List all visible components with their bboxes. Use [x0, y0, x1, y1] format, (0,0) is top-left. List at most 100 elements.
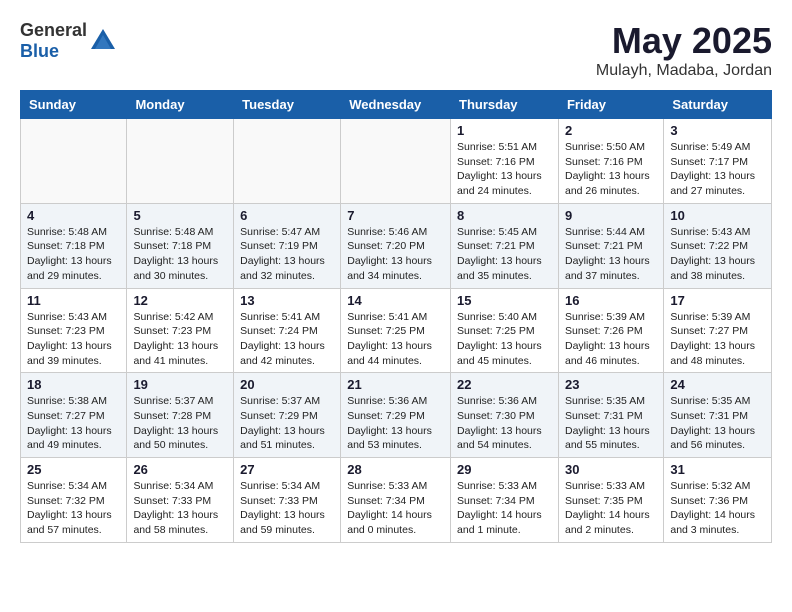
- day-info: Sunrise: 5:33 AM Sunset: 7:34 PM Dayligh…: [457, 479, 552, 538]
- day-info: Sunrise: 5:37 AM Sunset: 7:29 PM Dayligh…: [240, 394, 334, 453]
- calendar-week-row: 11 Sunrise: 5:43 AM Sunset: 7:23 PM Dayli…: [21, 288, 772, 373]
- day-number: 8: [457, 208, 552, 223]
- day-info: Sunrise: 5:32 AM Sunset: 7:36 PM Dayligh…: [670, 479, 765, 538]
- calendar-week-row: 18 Sunrise: 5:38 AM Sunset: 7:27 PM Dayli…: [21, 373, 772, 458]
- day-number: 14: [347, 293, 444, 308]
- calendar-cell: 28 Sunrise: 5:33 AM Sunset: 7:34 PM Dayli…: [341, 458, 451, 543]
- calendar-cell: 25 Sunrise: 5:34 AM Sunset: 7:32 PM Dayli…: [21, 458, 127, 543]
- day-number: 5: [133, 208, 227, 223]
- day-info: Sunrise: 5:33 AM Sunset: 7:34 PM Dayligh…: [347, 479, 444, 538]
- calendar-table: SundayMondayTuesdayWednesdayThursdayFrid…: [20, 90, 772, 543]
- weekday-header-thursday: Thursday: [451, 91, 559, 119]
- logo-icon: [89, 27, 117, 55]
- calendar-cell: 11 Sunrise: 5:43 AM Sunset: 7:23 PM Dayli…: [21, 288, 127, 373]
- day-number: 25: [27, 462, 120, 477]
- weekday-header-saturday: Saturday: [664, 91, 772, 119]
- calendar-cell: [234, 119, 341, 204]
- calendar-cell: 21Sunrise: 5:36 AM Sunset: 7:29 PM Dayli…: [341, 373, 451, 458]
- calendar-cell: 12 Sunrise: 5:42 AM Sunset: 7:23 PM Dayli…: [127, 288, 234, 373]
- location-title: Mulayh, Madaba, Jordan: [596, 62, 772, 80]
- day-info: Sunrise: 5:47 AM Sunset: 7:19 PM Dayligh…: [240, 225, 334, 284]
- weekday-header-friday: Friday: [558, 91, 663, 119]
- calendar-cell: 19Sunrise: 5:37 AM Sunset: 7:28 PM Dayli…: [127, 373, 234, 458]
- day-info: Sunrise: 5:45 AM Sunset: 7:21 PM Dayligh…: [457, 225, 552, 284]
- day-number: 30: [565, 462, 657, 477]
- month-title: May 2025: [596, 20, 772, 62]
- calendar-cell: 6 Sunrise: 5:47 AM Sunset: 7:19 PM Daylig…: [234, 203, 341, 288]
- day-info: Sunrise: 5:49 AM Sunset: 7:17 PM Dayligh…: [670, 140, 765, 199]
- calendar-cell: 1 Sunrise: 5:51 AM Sunset: 7:16 PM Daylig…: [451, 119, 559, 204]
- day-info: Sunrise: 5:48 AM Sunset: 7:18 PM Dayligh…: [133, 225, 227, 284]
- weekday-header-row: SundayMondayTuesdayWednesdayThursdayFrid…: [21, 91, 772, 119]
- day-info: Sunrise: 5:35 AM Sunset: 7:31 PM Dayligh…: [565, 394, 657, 453]
- day-number: 26: [133, 462, 227, 477]
- day-info: Sunrise: 5:43 AM Sunset: 7:22 PM Dayligh…: [670, 225, 765, 284]
- day-info: Sunrise: 5:34 AM Sunset: 7:33 PM Dayligh…: [240, 479, 334, 538]
- calendar-cell: 4 Sunrise: 5:48 AM Sunset: 7:18 PM Daylig…: [21, 203, 127, 288]
- day-info: Sunrise: 5:34 AM Sunset: 7:32 PM Dayligh…: [27, 479, 120, 538]
- day-number: 19: [133, 377, 227, 392]
- day-info: Sunrise: 5:51 AM Sunset: 7:16 PM Dayligh…: [457, 140, 552, 199]
- day-info: Sunrise: 5:38 AM Sunset: 7:27 PM Dayligh…: [27, 394, 120, 453]
- day-number: 11: [27, 293, 120, 308]
- day-number: 6: [240, 208, 334, 223]
- day-info: Sunrise: 5:35 AM Sunset: 7:31 PM Dayligh…: [670, 394, 765, 453]
- day-number: 1: [457, 123, 552, 138]
- day-info: Sunrise: 5:42 AM Sunset: 7:23 PM Dayligh…: [133, 310, 227, 369]
- day-number: 15: [457, 293, 552, 308]
- calendar-cell: 9 Sunrise: 5:44 AM Sunset: 7:21 PM Daylig…: [558, 203, 663, 288]
- day-number: 2: [565, 123, 657, 138]
- weekday-header-tuesday: Tuesday: [234, 91, 341, 119]
- day-number: 16: [565, 293, 657, 308]
- calendar-cell: 5 Sunrise: 5:48 AM Sunset: 7:18 PM Daylig…: [127, 203, 234, 288]
- day-info: Sunrise: 5:44 AM Sunset: 7:21 PM Dayligh…: [565, 225, 657, 284]
- day-number: 28: [347, 462, 444, 477]
- calendar-week-row: 1 Sunrise: 5:51 AM Sunset: 7:16 PM Daylig…: [21, 119, 772, 204]
- calendar-week-row: 25 Sunrise: 5:34 AM Sunset: 7:32 PM Dayli…: [21, 458, 772, 543]
- day-number: 22: [457, 377, 552, 392]
- calendar-cell: 18 Sunrise: 5:38 AM Sunset: 7:27 PM Dayli…: [21, 373, 127, 458]
- day-number: 20: [240, 377, 334, 392]
- day-info: Sunrise: 5:39 AM Sunset: 7:26 PM Dayligh…: [565, 310, 657, 369]
- weekday-header-monday: Monday: [127, 91, 234, 119]
- calendar-cell: 30 Sunrise: 5:33 AM Sunset: 7:35 PM Dayli…: [558, 458, 663, 543]
- logo-text: General Blue: [20, 20, 87, 62]
- day-number: 7: [347, 208, 444, 223]
- day-number: 13: [240, 293, 334, 308]
- day-info: Sunrise: 5:41 AM Sunset: 7:25 PM Dayligh…: [347, 310, 444, 369]
- calendar-cell: [127, 119, 234, 204]
- calendar-cell: 29 Sunrise: 5:33 AM Sunset: 7:34 PM Dayli…: [451, 458, 559, 543]
- day-number: 3: [670, 123, 765, 138]
- day-info: Sunrise: 5:43 AM Sunset: 7:23 PM Dayligh…: [27, 310, 120, 369]
- day-info: Sunrise: 5:33 AM Sunset: 7:35 PM Dayligh…: [565, 479, 657, 538]
- calendar-cell: 14 Sunrise: 5:41 AM Sunset: 7:25 PM Dayli…: [341, 288, 451, 373]
- day-number: 18: [27, 377, 120, 392]
- calendar-cell: 31 Sunrise: 5:32 AM Sunset: 7:36 PM Dayli…: [664, 458, 772, 543]
- logo: General Blue: [20, 20, 117, 62]
- day-number: 31: [670, 462, 765, 477]
- calendar-cell: 7 Sunrise: 5:46 AM Sunset: 7:20 PM Daylig…: [341, 203, 451, 288]
- calendar-cell: 17 Sunrise: 5:39 AM Sunset: 7:27 PM Dayli…: [664, 288, 772, 373]
- day-info: Sunrise: 5:39 AM Sunset: 7:27 PM Dayligh…: [670, 310, 765, 369]
- page-header: General Blue May 2025 Mulayh, Madaba, Jo…: [20, 20, 772, 80]
- day-number: 23: [565, 377, 657, 392]
- calendar-cell: 27Sunrise: 5:34 AM Sunset: 7:33 PM Dayli…: [234, 458, 341, 543]
- day-number: 24: [670, 377, 765, 392]
- day-info: Sunrise: 5:41 AM Sunset: 7:24 PM Dayligh…: [240, 310, 334, 369]
- title-block: May 2025 Mulayh, Madaba, Jordan: [596, 20, 772, 80]
- day-info: Sunrise: 5:40 AM Sunset: 7:25 PM Dayligh…: [457, 310, 552, 369]
- calendar-cell: 22Sunrise: 5:36 AM Sunset: 7:30 PM Dayli…: [451, 373, 559, 458]
- logo-general: General: [20, 20, 87, 40]
- day-number: 9: [565, 208, 657, 223]
- day-info: Sunrise: 5:46 AM Sunset: 7:20 PM Dayligh…: [347, 225, 444, 284]
- day-number: 12: [133, 293, 227, 308]
- calendar-cell: 20 Sunrise: 5:37 AM Sunset: 7:29 PM Dayli…: [234, 373, 341, 458]
- day-number: 29: [457, 462, 552, 477]
- day-number: 17: [670, 293, 765, 308]
- day-number: 4: [27, 208, 120, 223]
- day-info: Sunrise: 5:34 AM Sunset: 7:33 PM Dayligh…: [133, 479, 227, 538]
- day-info: Sunrise: 5:48 AM Sunset: 7:18 PM Dayligh…: [27, 225, 120, 284]
- calendar-cell: [341, 119, 451, 204]
- calendar-cell: 16 Sunrise: 5:39 AM Sunset: 7:26 PM Dayli…: [558, 288, 663, 373]
- calendar-cell: [21, 119, 127, 204]
